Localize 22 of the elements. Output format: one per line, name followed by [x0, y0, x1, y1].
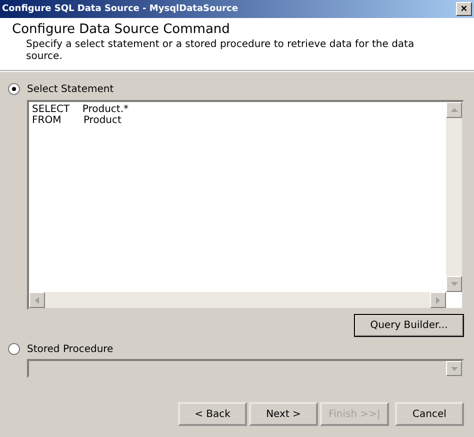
sql-line: SELECT Product.*	[32, 104, 130, 115]
window-title: Configure SQL Data Source - MysqlDataSource	[2, 4, 238, 14]
radio-button[interactable]	[8, 83, 20, 95]
scroll-left-icon[interactable]	[29, 292, 45, 308]
sql-line: FROM Product	[32, 115, 122, 126]
close-button[interactable]: ×	[456, 2, 472, 16]
wizard-button[interactable]: Cancel	[395, 402, 464, 426]
sql-text-area[interactable]: SELECT Product.* FROM Product	[27, 100, 464, 310]
stored-procedure-dropdown[interactable]	[27, 359, 464, 378]
radio-label[interactable]: Stored Procedure	[27, 344, 114, 354]
scroll-down-icon[interactable]	[446, 276, 462, 292]
wizard-button[interactable]: < Back	[178, 402, 247, 426]
scroll-up-icon[interactable]	[446, 102, 462, 118]
radio-label[interactable]: Select Statement	[27, 84, 114, 94]
horizontal-scrollbar[interactable]	[29, 292, 446, 308]
query-builder-button[interactable]: Query Builder...	[354, 314, 464, 337]
wizard-button[interactable]: Next >	[249, 402, 318, 426]
radio-button[interactable]	[8, 343, 20, 355]
scroll-right-icon[interactable]	[430, 292, 446, 308]
page-heading: Configure Data Source Command	[12, 22, 231, 37]
page-description: Specify a select statement or a stored procedure to retrieve data for the data source.	[25, 39, 416, 63]
vertical-scrollbar[interactable]	[446, 102, 462, 292]
